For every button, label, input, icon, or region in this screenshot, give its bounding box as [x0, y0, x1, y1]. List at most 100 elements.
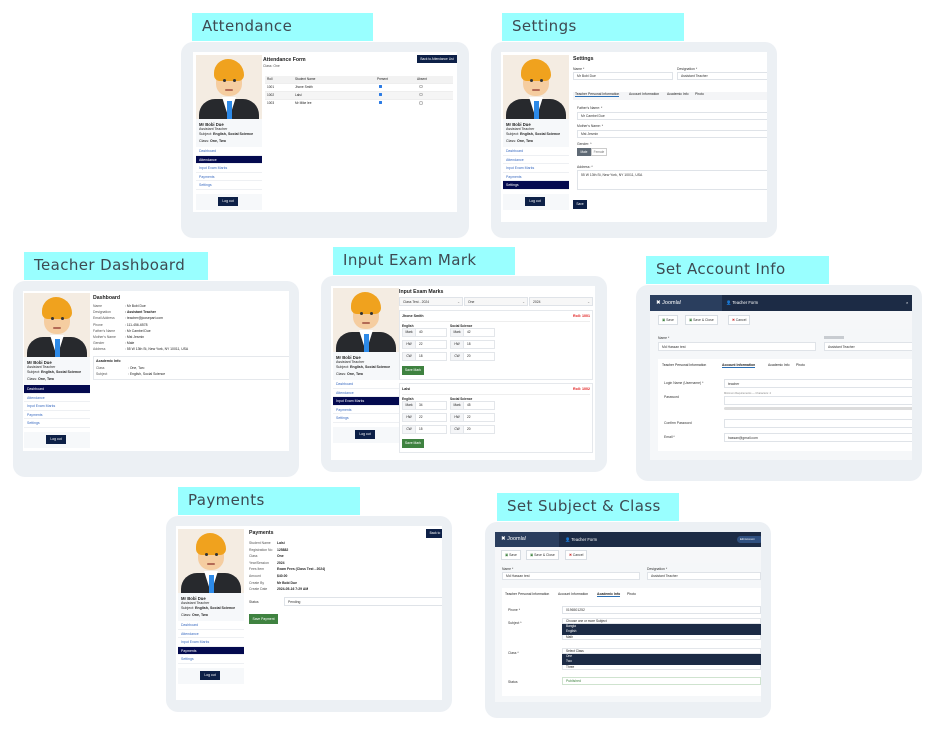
hw-field[interactable]: HW 22: [402, 413, 447, 422]
sidebar-item-input-exam-marks[interactable]: Input Exam Marks: [333, 397, 399, 406]
hw-field[interactable]: HW 22: [450, 413, 495, 422]
class-multiselect[interactable]: Select Class One Two Three: [562, 648, 761, 670]
tab-academic-info[interactable]: Academic Info: [597, 592, 621, 597]
sidebar-item-input-exam-marks[interactable]: Input Exam Marks: [503, 164, 569, 173]
sidebar-item-attendance[interactable]: Attendance: [196, 155, 262, 164]
hw-field[interactable]: HW 22: [402, 340, 447, 349]
save-button[interactable]: Save: [573, 200, 587, 209]
absent-radio[interactable]: [419, 92, 423, 97]
save-close-button[interactable]: ▣ Save & Close: [526, 550, 559, 560]
save-close-button[interactable]: ▣ Save & Close: [685, 315, 718, 325]
sidebar-item-payments[interactable]: Payments: [503, 173, 569, 181]
gender-male-button[interactable]: Male: [577, 148, 591, 156]
name-input[interactable]: Md Hassan test: [502, 572, 640, 580]
mothers-name-input[interactable]: Mst Jesmin: [577, 130, 767, 138]
present-checkbox[interactable]: [379, 93, 382, 96]
sidebar-item-input-exam-marks[interactable]: Input Exam Marks: [196, 164, 262, 173]
absent-radio[interactable]: [419, 84, 423, 89]
designation-input[interactable]: Assistant Teacher: [824, 342, 912, 351]
mark-field[interactable]: Mark 40: [402, 328, 447, 337]
logout-button[interactable]: Log out: [525, 196, 545, 206]
sidebar-item-payments[interactable]: Payments: [196, 173, 262, 181]
cw-field[interactable]: CW 20: [450, 425, 495, 434]
email-input[interactable]: hassan@gmail.com: [724, 433, 912, 442]
exam-filter-select[interactable]: Class Test - 2024 ⌄: [399, 297, 463, 306]
address-textarea[interactable]: 55 W 13th St, New York, NY 10011, USA: [577, 170, 767, 190]
cw-field[interactable]: CW 20: [450, 352, 495, 361]
tab-photo[interactable]: Photo: [796, 363, 805, 367]
tab-personal-info[interactable]: Teacher Personal Information: [662, 363, 706, 367]
sidebar-item-dashboard[interactable]: Dashboard: [503, 147, 569, 156]
sidebar-item-dashboard[interactable]: Dashboard: [196, 147, 262, 156]
tab-account-info[interactable]: Account Information: [629, 92, 659, 96]
tab-academic-info[interactable]: Academic Info: [768, 363, 790, 367]
sidebar-item-dashboard[interactable]: Dashboard: [333, 380, 399, 389]
status-select[interactable]: Published: [562, 677, 761, 685]
mark-field[interactable]: Mark 42: [450, 328, 495, 337]
tab-account-info[interactable]: Account Information: [558, 592, 588, 596]
sidebar-item-payments[interactable]: Payments: [333, 406, 399, 414]
designation-input[interactable]: Assistant Teacher: [677, 72, 767, 80]
login-name-input[interactable]: teacher: [724, 379, 912, 388]
save-button[interactable]: ▣ Save: [501, 550, 521, 560]
sidebar-item-attendance[interactable]: Attendance: [333, 389, 399, 397]
status-select[interactable]: Pending: [284, 597, 442, 606]
logout-button[interactable]: Log out: [46, 434, 66, 444]
close-icon[interactable]: ×: [906, 300, 908, 305]
sidebar-item-settings[interactable]: Settings: [196, 181, 262, 190]
tab-photo[interactable]: Photo: [695, 92, 704, 96]
designation-input[interactable]: Assistant Teacher: [647, 572, 761, 580]
password-input[interactable]: [724, 396, 912, 405]
confirm-password-input[interactable]: [724, 419, 912, 428]
sidebar-item-settings[interactable]: Settings: [503, 181, 569, 190]
sidebar-item-attendance[interactable]: Attendance: [178, 630, 244, 638]
subject-multiselect[interactable]: Choose one or more Subject Bangla English M…: [562, 618, 761, 640]
cw-field[interactable]: CW 18: [402, 352, 447, 361]
name-input[interactable]: Md Hassan test: [658, 342, 816, 351]
sidebar-item-payments[interactable]: Payments: [178, 646, 244, 655]
joomla-logo[interactable]: ✖ Joomla!: [650, 295, 722, 311]
save-payment-button[interactable]: Save Payment: [249, 614, 278, 624]
sidebar-item-settings[interactable]: Settings: [24, 419, 90, 428]
tab-academic-info[interactable]: Academic Info: [667, 92, 689, 96]
cancel-button[interactable]: ✖ Cancel: [728, 315, 751, 325]
logout-button[interactable]: Log out: [200, 670, 220, 680]
sidebar-item-settings[interactable]: Settings: [333, 414, 399, 423]
exam-filter-select[interactable]: 2024 ⌄: [529, 297, 593, 306]
sidebar-item-attendance[interactable]: Attendance: [503, 156, 569, 164]
logout-button[interactable]: Log out: [218, 196, 238, 206]
present-checkbox[interactable]: [379, 101, 382, 105]
exam-filter-select[interactable]: One ⌄: [464, 297, 528, 306]
tab-photo[interactable]: Photo: [627, 592, 636, 596]
back-button[interactable]: Back to: [426, 529, 442, 538]
save-button[interactable]: ▣ Save: [658, 315, 678, 325]
fathers-name-input[interactable]: Mr Cambel Due: [577, 112, 767, 120]
save-mark-button[interactable]: Save Mark: [402, 439, 424, 448]
sidebar-item-input-exam-marks[interactable]: Input Exam Marks: [178, 638, 244, 647]
multiselect-option[interactable]: Math: [562, 634, 761, 640]
joomla-logo[interactable]: ✖ Joomla!: [495, 532, 559, 547]
hw-field[interactable]: HW 18: [450, 340, 495, 349]
absent-radio[interactable]: [419, 101, 423, 105]
name-input[interactable]: Mr Bobi Due: [573, 72, 673, 80]
save-mark-button[interactable]: Save Mark: [402, 366, 424, 375]
sidebar-item-attendance[interactable]: Attendance: [24, 394, 90, 402]
sidebar-item-input-exam-marks[interactable]: Input Exam Marks: [24, 402, 90, 411]
mark-field[interactable]: Mark 34: [402, 401, 447, 410]
mark-field[interactable]: Mark 45: [450, 401, 495, 410]
sidebar-item-settings[interactable]: Settings: [178, 655, 244, 664]
phone-input[interactable]: 0196501252: [562, 606, 761, 614]
user-menu-button[interactable]: Edit Account: [737, 536, 761, 543]
multiselect-option[interactable]: Three: [562, 664, 761, 670]
sidebar-item-payments[interactable]: Payments: [24, 411, 90, 419]
tab-personal-info[interactable]: Teacher Personal Information: [505, 592, 549, 596]
cancel-button[interactable]: ✖ Cancel: [565, 550, 588, 560]
tab-personal-info[interactable]: Teacher Personal Information: [575, 92, 620, 97]
back-to-attendance-list-button[interactable]: Back to Attendance List: [417, 55, 457, 63]
sidebar-item-dashboard[interactable]: Dashboard: [24, 385, 90, 394]
tab-account-info[interactable]: Account Information: [722, 363, 756, 368]
present-checkbox[interactable]: [379, 85, 382, 88]
sidebar-item-dashboard[interactable]: Dashboard: [178, 621, 244, 630]
gender-female-button[interactable]: Female: [591, 148, 607, 156]
cw-field[interactable]: CW 15: [402, 425, 447, 434]
